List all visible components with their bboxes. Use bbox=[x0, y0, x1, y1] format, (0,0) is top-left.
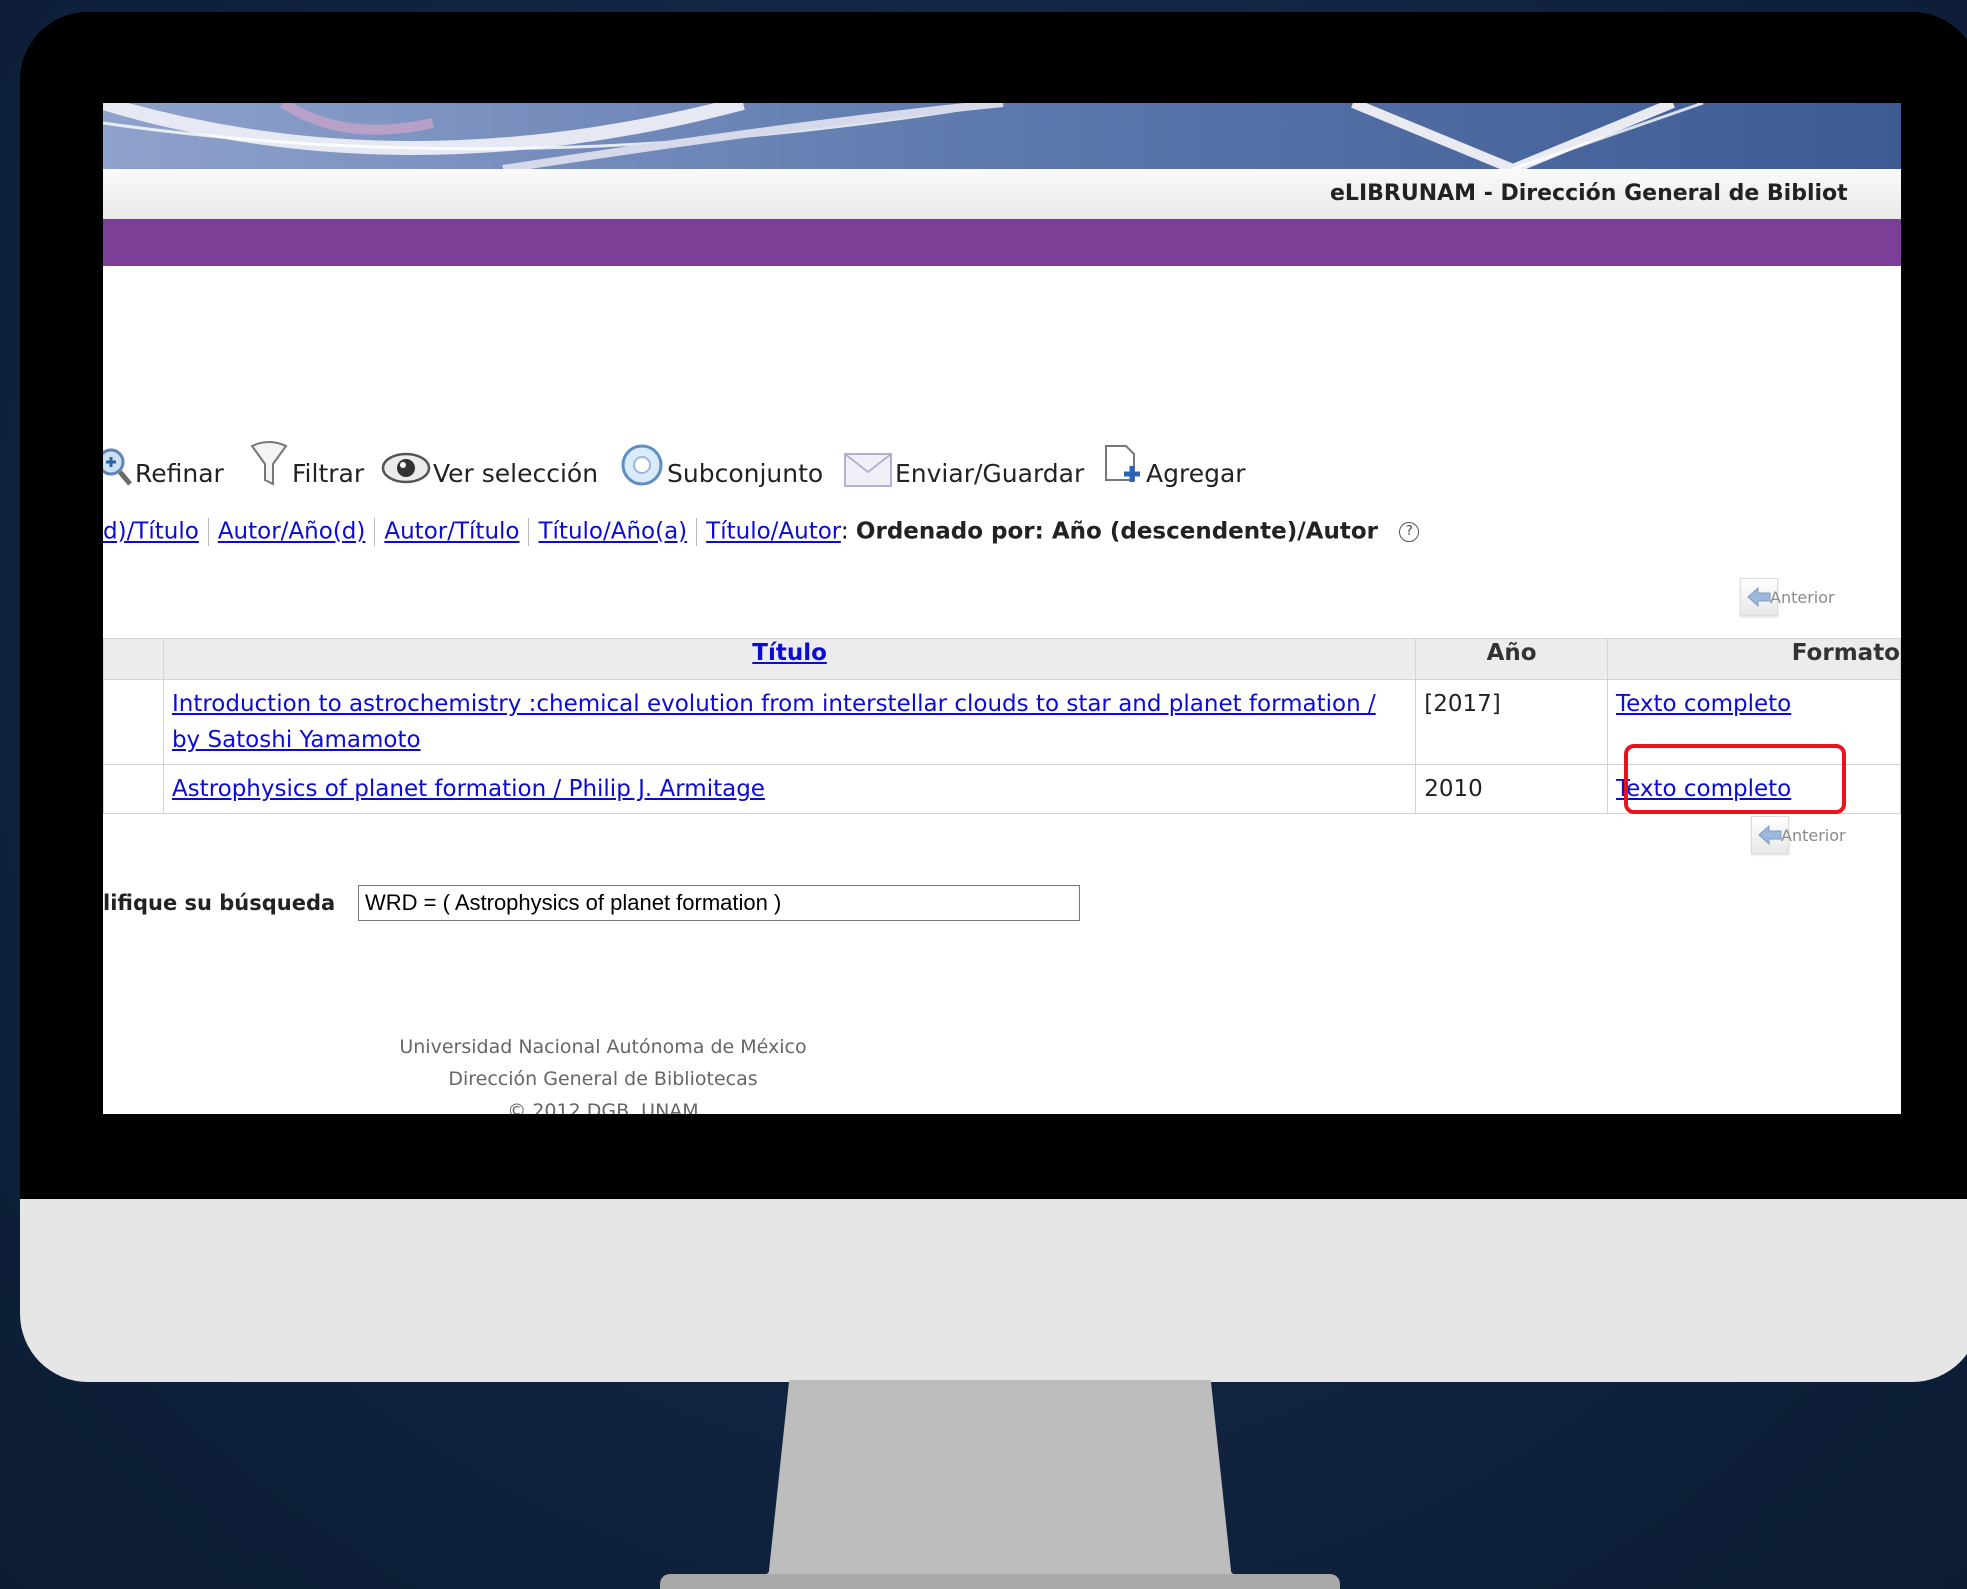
add-button[interactable]: Agregar bbox=[1102, 438, 1246, 488]
format-cell: Texto completo bbox=[1606, 764, 1901, 814]
table-header-row: Título Año Formato bbox=[103, 638, 1901, 680]
header-title: Título bbox=[162, 638, 1417, 680]
browser-screen: eLIBRUNAM - Dirección General de Bibliot… bbox=[103, 103, 1901, 1114]
row-index-cell bbox=[103, 679, 164, 765]
monitor-stand-base bbox=[660, 1574, 1340, 1589]
monitor-chin bbox=[20, 1199, 1967, 1382]
previous-label: Anterior bbox=[1770, 587, 1835, 607]
send-save-button[interactable]: Enviar/Guardar bbox=[843, 438, 1084, 488]
sort-options: d)/Título Autor/Año(d) Autor/Título Título/… bbox=[103, 518, 1420, 552]
modify-search-label: lifique su búsqueda bbox=[103, 891, 336, 915]
catalog-title-bar: eLIBRUNAM - Dirección General de Bibliot bbox=[103, 169, 1901, 220]
footer-copyright: © 2012 DGB, UNAM bbox=[507, 1100, 699, 1114]
help-icon[interactable]: ? bbox=[1399, 522, 1420, 542]
document-add-icon bbox=[1105, 445, 1140, 482]
table-row: Introduction to astrochemistry :chemical… bbox=[103, 679, 1901, 765]
full-text-link[interactable]: Texto completo bbox=[1616, 691, 1791, 717]
subset-button[interactable]: Subconjunto bbox=[619, 438, 823, 488]
filter-button[interactable]: Filtrar bbox=[248, 438, 364, 488]
results-table: Título Año Formato Introduction to astro… bbox=[103, 638, 1901, 814]
previous-page-button-top[interactable]: Anterior bbox=[1740, 578, 1835, 616]
search-query-input[interactable] bbox=[358, 885, 1080, 921]
footer-department: Dirección General de Bibliotecas bbox=[448, 1068, 758, 1090]
previous-label: Anterior bbox=[1781, 825, 1846, 845]
purple-nav-bar bbox=[103, 219, 1901, 266]
year-cell: [2017] bbox=[1415, 679, 1608, 765]
add-label: Agregar bbox=[1146, 459, 1246, 488]
previous-page-button-bottom[interactable]: Anterior bbox=[1751, 816, 1846, 854]
filter-label: Filtrar bbox=[292, 459, 365, 488]
envelope-icon bbox=[844, 453, 892, 487]
ordered-by-text: Ordenado por: Año (descendente)/Autor bbox=[855, 518, 1378, 545]
header-format: Formato bbox=[1606, 638, 1901, 680]
record-title-link[interactable]: Introduction to astrochemistry :chemical… bbox=[172, 691, 1376, 753]
separator bbox=[374, 518, 376, 546]
refine-button[interactable]: Refinar bbox=[103, 438, 224, 488]
refine-label: Refinar bbox=[135, 459, 224, 488]
sort-by-title-link[interactable]: Título bbox=[752, 640, 827, 666]
header-year: Año bbox=[1415, 638, 1608, 680]
sort-option-year-title[interactable]: d)/Título bbox=[103, 519, 199, 545]
catalog-title: eLIBRUNAM - Dirección General de Bibliot bbox=[1330, 181, 1848, 206]
title-cell: Astrophysics of planet formation / Phili… bbox=[162, 764, 1417, 814]
sort-option-title-year[interactable]: Título/Año(a) bbox=[538, 519, 687, 545]
header-blank bbox=[103, 638, 164, 680]
separator bbox=[696, 518, 698, 546]
separator bbox=[528, 518, 530, 546]
subset-label: Subconjunto bbox=[667, 459, 824, 488]
magnifier-plus-icon bbox=[103, 448, 132, 486]
header-banner bbox=[103, 103, 1901, 169]
table-row: Astrophysics of planet formation / Phili… bbox=[103, 764, 1901, 814]
row-index-cell bbox=[103, 764, 164, 814]
send-save-label: Enviar/Guardar bbox=[895, 459, 1085, 488]
eye-icon bbox=[381, 452, 431, 484]
year-cell: 2010 bbox=[1415, 764, 1608, 814]
funnel-icon bbox=[250, 441, 288, 486]
sort-option-author-year[interactable]: Autor/Año(d) bbox=[218, 519, 366, 545]
sort-colon: : bbox=[840, 518, 849, 545]
circle-subset-icon bbox=[621, 444, 663, 486]
full-text-link[interactable]: Texto completo bbox=[1616, 776, 1791, 802]
view-selection-button[interactable]: Ver selección bbox=[381, 438, 598, 488]
format-cell: Texto completo bbox=[1606, 679, 1901, 765]
title-cell: Introduction to astrochemistry :chemical… bbox=[162, 679, 1417, 765]
sort-option-title-author[interactable]: Título/Autor bbox=[706, 519, 841, 545]
separator bbox=[207, 518, 209, 546]
footer: Universidad Nacional Autónoma de México … bbox=[323, 1031, 883, 1114]
sort-option-author-title[interactable]: Autor/Título bbox=[384, 519, 519, 545]
record-title-link[interactable]: Astrophysics of planet formation / Phili… bbox=[172, 776, 765, 802]
view-selection-label: Ver selección bbox=[433, 459, 599, 488]
footer-university: Universidad Nacional Autónoma de México bbox=[399, 1036, 807, 1058]
